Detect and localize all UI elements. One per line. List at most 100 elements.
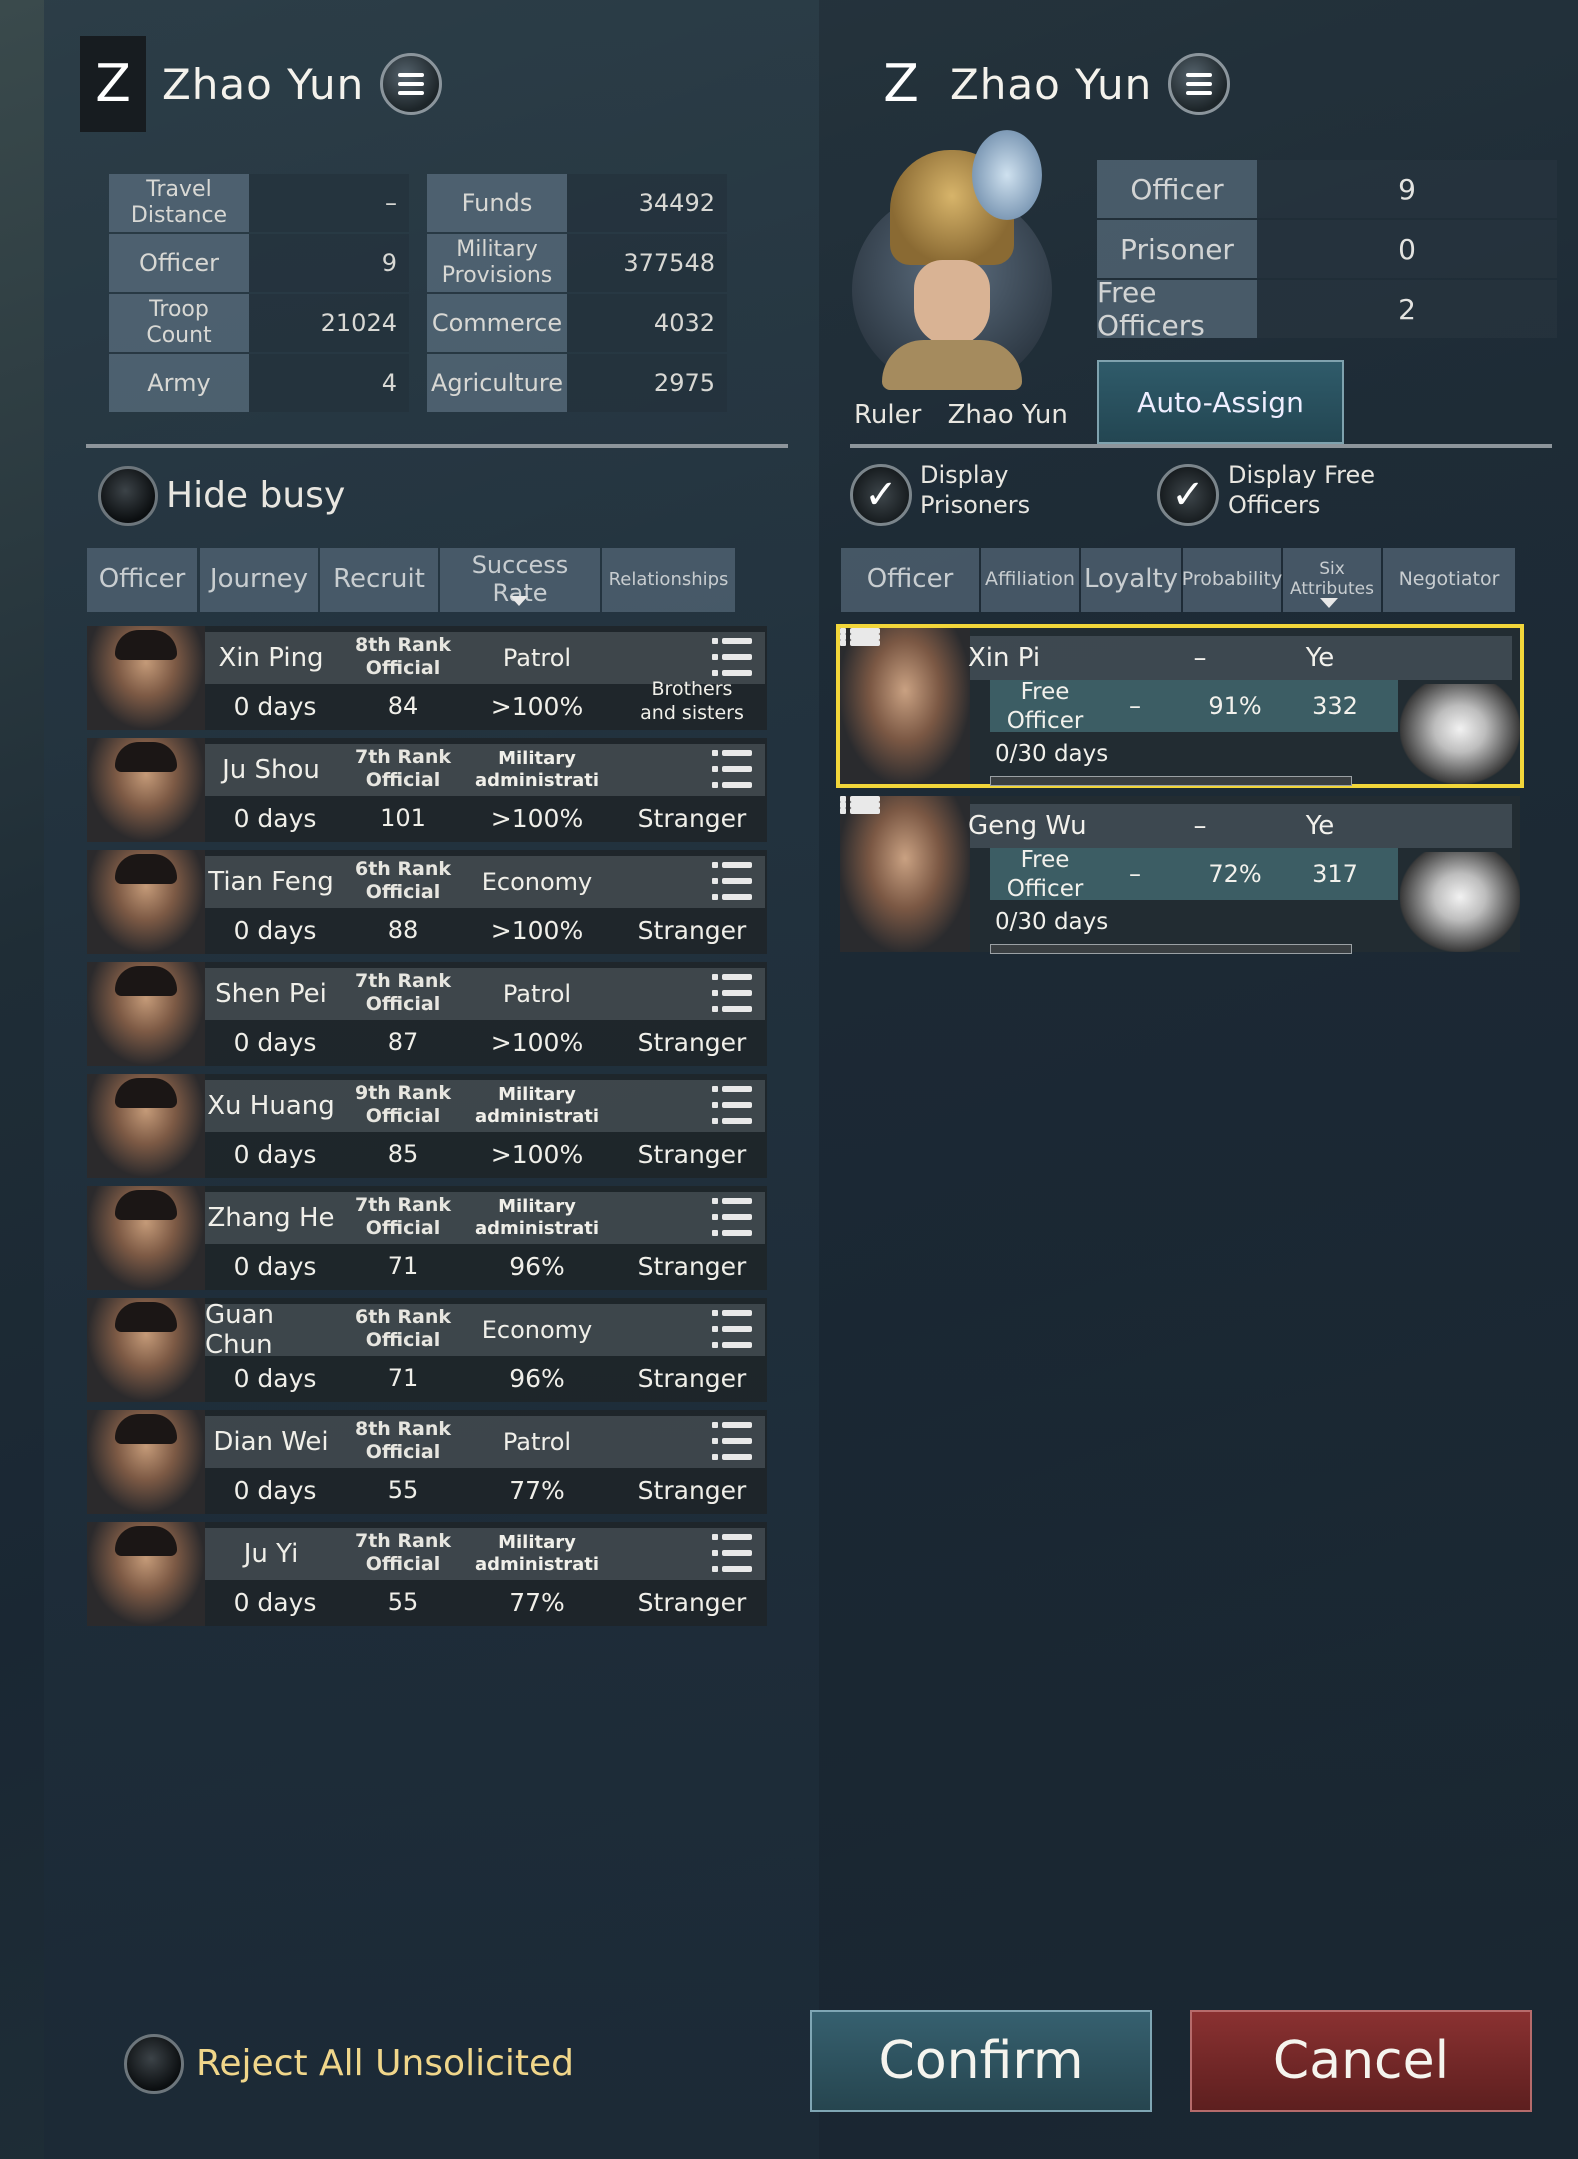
menu-list-icon[interactable] <box>380 53 443 115</box>
officer-name: Shen Pei <box>215 979 327 1009</box>
portrait-hair <box>115 854 177 884</box>
list-menu-icon[interactable] <box>712 1086 752 1124</box>
negotiator-silhouette-icon <box>1400 852 1520 952</box>
officer-journey: 71 <box>387 1252 419 1280</box>
officer-portrait <box>87 1522 205 1626</box>
officer-portrait <box>87 962 205 1066</box>
display-prisoners-label: Display Prisoners <box>920 461 1031 519</box>
officer-portrait <box>87 738 205 842</box>
officer-row[interactable]: Ju Yi 7th Rank Official Military administr… <box>87 1522 767 1626</box>
officer-rank: 6th Rank Official <box>354 858 452 903</box>
col-loyalty[interactable]: Loyalty <box>1081 548 1181 612</box>
candidate-days: 0/30 days <box>995 741 1109 767</box>
col-officer[interactable]: Officer <box>841 548 979 612</box>
officer-row[interactable]: Xin Ping 8th Rank Official Patrol 0 days 84 >… <box>87 626 767 730</box>
list-menu-icon[interactable] <box>712 1198 752 1236</box>
list-menu-icon[interactable] <box>712 1534 752 1572</box>
col-recruit[interactable]: Recruit <box>320 548 438 612</box>
officer-task: Patrol <box>502 980 572 1008</box>
ruler-name: Zhao Yun <box>947 400 1068 430</box>
negotiation-progress-bar <box>990 776 1352 786</box>
list-menu-icon[interactable] <box>712 1422 752 1460</box>
list-menu-icon[interactable] <box>712 638 752 676</box>
confirm-button[interactable]: Confirm <box>810 2010 1152 2112</box>
auto-assign-button[interactable]: Auto-Assign <box>1097 360 1344 444</box>
officer-name: Guan Chun <box>205 1300 275 1360</box>
hide-busy-toggle[interactable] <box>98 466 158 526</box>
officer-days: 0 days <box>233 915 317 945</box>
candidate-portrait <box>840 628 970 784</box>
officer-rank: 8th Rank Official <box>354 634 452 679</box>
city-stat-label: Funds <box>427 174 567 232</box>
col-probability[interactable]: Probability <box>1182 548 1282 612</box>
officer-name: Xin Ping <box>218 643 324 673</box>
list-menu-icon[interactable] <box>712 750 752 788</box>
negotiator-silhouette-icon <box>1400 684 1520 784</box>
officer-success-rate: 77% <box>509 1587 565 1617</box>
officer-rank: 6th Rank Official <box>354 1306 452 1351</box>
officer-portrait <box>87 1074 205 1178</box>
sort-arrow-icon[interactable] <box>510 596 528 606</box>
officer-success-rate: >100% <box>490 1027 584 1057</box>
menu-list-icon[interactable] <box>1168 53 1231 115</box>
officer-row[interactable]: Tian Feng 6th Rank Official Economy 0 days 8… <box>87 850 767 954</box>
officer-row[interactable]: Shen Pei 7th Rank Official Patrol 0 days 87 >… <box>87 962 767 1066</box>
officer-row[interactable]: Ju Shou 7th Rank Official Military adminis… <box>87 738 767 842</box>
officer-journey: 101 <box>380 804 426 832</box>
list-menu-icon[interactable] <box>712 862 752 900</box>
officer-rank: 9th Rank Official <box>354 1082 452 1127</box>
ruler-header-name: Zhao Yun <box>950 59 1153 109</box>
officer-row[interactable]: Dian Wei 8th Rank Official Patrol 0 days 55 7… <box>87 1410 767 1514</box>
city-stat-label: Commerce <box>427 294 567 352</box>
portrait-hair <box>115 630 177 660</box>
officer-relationship: Brothers and sisters <box>640 678 744 724</box>
stat-label: Troop Count <box>109 294 249 352</box>
city-stat-label: Military Provisions <box>427 234 567 292</box>
display-prisoners-checkbox[interactable]: ✓ <box>850 464 912 526</box>
negotiation-progress-bar <box>990 944 1352 954</box>
officer-success-rate: >100% <box>490 691 584 721</box>
officer-success-rate: 96% <box>509 1251 565 1281</box>
display-free-officers-checkbox[interactable]: ✓ <box>1157 464 1219 526</box>
officer-rank: 7th Rank Official <box>354 1530 452 1575</box>
candidate-six-attributes: 332 <box>1312 692 1358 720</box>
officer-days: 0 days <box>233 1587 317 1617</box>
list-menu-icon[interactable] <box>712 974 752 1012</box>
officer-relationship: Stranger <box>637 1139 747 1169</box>
city-stat-value: 4032 <box>567 294 727 352</box>
col-relationships[interactable]: Relationships <box>602 548 735 612</box>
candidate-card[interactable]: Xin Pi – Ye Free Officer –91% 332 0/30 days <box>836 624 1524 788</box>
officer-journey: 85 <box>387 1140 419 1168</box>
stat-value: 21024 <box>249 294 409 352</box>
cancel-button[interactable]: Cancel <box>1190 2010 1532 2112</box>
col-affiliation[interactable]: Affiliation <box>981 548 1079 612</box>
portrait-hair <box>115 1526 177 1556</box>
officer-row[interactable]: Guan Chun 6th Rank Official Economy 0 days 7… <box>87 1298 767 1402</box>
col-officer[interactable]: Officer <box>87 548 197 612</box>
officer-task: Economy <box>481 1316 593 1344</box>
officer-row[interactable]: Xu Huang 9th Rank Official Military admini… <box>87 1074 767 1178</box>
reject-all-toggle[interactable] <box>124 2034 184 2094</box>
sort-arrow-icon[interactable] <box>1320 598 1338 608</box>
officer-relationship: Stranger <box>637 1475 747 1505</box>
col-journey[interactable]: Journey <box>200 548 318 612</box>
stat-value: 9 <box>249 234 409 292</box>
col-negotiator[interactable]: Negotiator <box>1383 548 1515 612</box>
officer-name: Zhang He <box>207 1203 335 1233</box>
officer-journey: 88 <box>387 916 419 944</box>
officer-relationship: Stranger <box>637 915 747 945</box>
officer-success-rate: 77% <box>509 1475 565 1505</box>
candidate-card[interactable]: Geng Wu – Ye Free Officer –72% 317 0/30 days <box>840 796 1520 954</box>
officer-days: 0 days <box>233 1251 317 1281</box>
divider <box>86 444 788 448</box>
candidate-six-attributes: 317 <box>1312 860 1358 888</box>
officer-task: Patrol <box>502 644 572 672</box>
summary-label: Free Officers <box>1097 276 1257 342</box>
list-menu-icon[interactable] <box>712 1310 752 1348</box>
summary-value: 0 <box>1257 220 1557 278</box>
candidate-loyalty: – <box>1129 860 1141 888</box>
ruler-portrait <box>852 130 1052 395</box>
officer-row[interactable]: Zhang He 7th Rank Official Military admini… <box>87 1186 767 1290</box>
summary-label: Prisoner <box>1097 220 1257 278</box>
officer-portrait <box>87 1186 205 1290</box>
